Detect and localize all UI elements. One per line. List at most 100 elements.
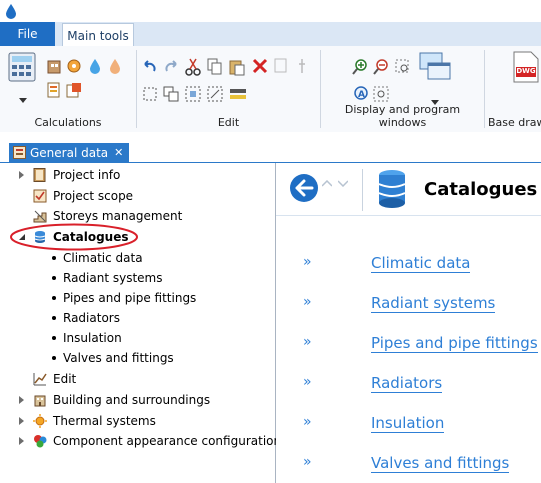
text-zoom-icon[interactable]: A	[352, 86, 368, 102]
catalogue-link-radiant-systems[interactable]: » Radiant systems	[276, 294, 541, 316]
expand-arrow-icon[interactable]	[19, 396, 24, 404]
zoom-window-icon[interactable]	[395, 59, 411, 75]
tree-item-label: Component appearance configuration	[53, 434, 282, 448]
database-icon	[34, 231, 46, 243]
calculator-icon[interactable]	[8, 52, 36, 82]
zoom-out-icon[interactable]	[373, 59, 389, 75]
catalogue-link-climatic-data[interactable]: » Climatic data	[276, 254, 541, 276]
pin-disabled-icon[interactable]	[297, 58, 307, 74]
expand-arrow-icon[interactable]	[19, 417, 24, 425]
link-text[interactable]: Valves and fittings	[371, 454, 510, 473]
tree-item-label: Thermal systems	[53, 414, 156, 428]
tree-subitem-radiators[interactable]: Radiators	[0, 308, 270, 328]
ribbon-tab-strip: File Main tools	[0, 22, 541, 47]
expand-down-icon[interactable]	[338, 180, 348, 187]
document-tab-bar: General data ✕	[0, 132, 541, 163]
tab-general-data[interactable]: General data ✕	[9, 143, 130, 162]
tree-item-component-appearance[interactable]: Component appearance configuration	[0, 431, 281, 451]
cut-icon[interactable]	[185, 58, 201, 76]
measure-icon[interactable]	[229, 86, 247, 102]
gear-calc-icon[interactable]	[66, 58, 82, 74]
header-divider	[362, 169, 363, 211]
collapse-arrow-icon[interactable]	[19, 234, 26, 241]
water-drop-icon	[6, 4, 16, 19]
tree-item-catalogues[interactable]: Catalogues	[0, 223, 270, 251]
back-arrow-icon[interactable]	[289, 173, 319, 203]
tree-item-label: Radiators	[63, 311, 120, 325]
expand-arrow-icon[interactable]	[19, 171, 24, 179]
group-label-display: Display and program windows	[344, 103, 461, 129]
group-label-edit: Edit	[217, 116, 240, 129]
group-label-base-draw: Base draw	[488, 116, 541, 129]
report-export-icon[interactable]	[66, 82, 82, 98]
display-group: A Display and program windows	[321, 46, 484, 132]
tree-subitem-climatic-data[interactable]: Climatic data	[0, 248, 270, 268]
double-arrow-icon: »	[303, 454, 312, 470]
building-icon	[34, 395, 46, 407]
palette-icon	[34, 435, 47, 448]
tree-subitem-insulation[interactable]: Insulation	[0, 328, 270, 348]
catalogue-link-valves[interactable]: » Valves and fittings	[276, 454, 541, 476]
undo-icon[interactable]	[142, 59, 158, 75]
double-arrow-icon: »	[303, 374, 312, 390]
cold-water-drop-icon[interactable]	[88, 58, 102, 74]
chevron-down-icon[interactable]	[19, 98, 27, 104]
double-arrow-icon: »	[303, 254, 312, 270]
link-text[interactable]: Climatic data	[371, 254, 471, 273]
tree-item-thermal-systems[interactable]: Thermal systems	[0, 411, 270, 431]
zoom-extents-icon[interactable]	[373, 86, 389, 102]
tree-item-building[interactable]: Building and surroundings	[0, 390, 270, 410]
transform-icon[interactable]	[207, 86, 223, 102]
redo-icon[interactable]	[163, 59, 179, 75]
tree-item-project-scope[interactable]: Project scope	[0, 186, 270, 206]
close-icon[interactable]: ✕	[114, 146, 123, 159]
tab-main-tools[interactable]: Main tools	[62, 23, 134, 47]
tree-item-label: Climatic data	[63, 251, 143, 265]
tree-subitem-pipes[interactable]: Pipes and pipe fittings	[0, 288, 270, 308]
group-icon[interactable]	[163, 86, 179, 102]
link-text[interactable]: Radiators	[371, 374, 443, 393]
bullet	[52, 336, 56, 340]
title-bar	[0, 0, 541, 22]
report-icon[interactable]	[46, 82, 62, 98]
catalogue-link-radiators[interactable]: » Radiators	[276, 374, 541, 396]
tree-item-label: Building and surroundings	[53, 393, 211, 407]
panel-header: Catalogues	[276, 163, 541, 216]
tab-file[interactable]: File	[0, 22, 55, 46]
collapse-up-icon[interactable]	[322, 180, 332, 187]
double-arrow-icon: »	[303, 414, 312, 430]
align-icon[interactable]	[185, 86, 201, 102]
expand-arrow-icon[interactable]	[19, 437, 24, 445]
book-icon	[33, 168, 46, 182]
dwg-label: DWG	[516, 67, 536, 75]
copy-icon[interactable]	[207, 58, 223, 76]
panel-title: Catalogues	[424, 179, 538, 200]
delete-icon[interactable]	[252, 58, 268, 74]
tree-item-label: Pipes and pipe fittings	[63, 291, 197, 305]
select-disabled-icon[interactable]	[274, 58, 288, 74]
catalogues-panel: Catalogues » Climatic data » Radiant sys…	[276, 163, 541, 483]
windows-layout-icon[interactable]	[419, 52, 453, 82]
link-text[interactable]: Pipes and pipe fittings	[371, 334, 538, 353]
base-draw-group: DWG Base draw	[485, 46, 541, 132]
ribbon: Calculations Edit A Display and program …	[0, 46, 541, 133]
document-icon	[13, 146, 26, 159]
link-text[interactable]: Radiant systems	[371, 294, 496, 313]
select-area-icon[interactable]	[142, 86, 158, 102]
link-text[interactable]: Insulation	[371, 414, 445, 433]
hot-water-drop-icon[interactable]	[108, 58, 122, 74]
tree-subitem-radiant-systems[interactable]: Radiant systems	[0, 268, 270, 288]
tab-label: General data	[30, 145, 109, 160]
sun-icon	[33, 414, 47, 428]
building-calc-icon[interactable]	[46, 58, 62, 74]
calculations-group: Calculations	[0, 46, 136, 132]
tree-subitem-valves[interactable]: Valves and fittings	[0, 348, 270, 368]
catalogue-link-pipes[interactable]: » Pipes and pipe fittings	[276, 334, 541, 356]
tree-item-project-info[interactable]: Project info	[0, 165, 270, 185]
catalogue-link-insulation[interactable]: » Insulation	[276, 414, 541, 436]
zoom-in-icon[interactable]	[352, 59, 368, 75]
tree-item-edit[interactable]: Edit	[0, 369, 270, 389]
group-label-calculations: Calculations	[34, 116, 102, 129]
paste-icon[interactable]	[229, 58, 245, 76]
double-arrow-icon: »	[303, 334, 312, 350]
